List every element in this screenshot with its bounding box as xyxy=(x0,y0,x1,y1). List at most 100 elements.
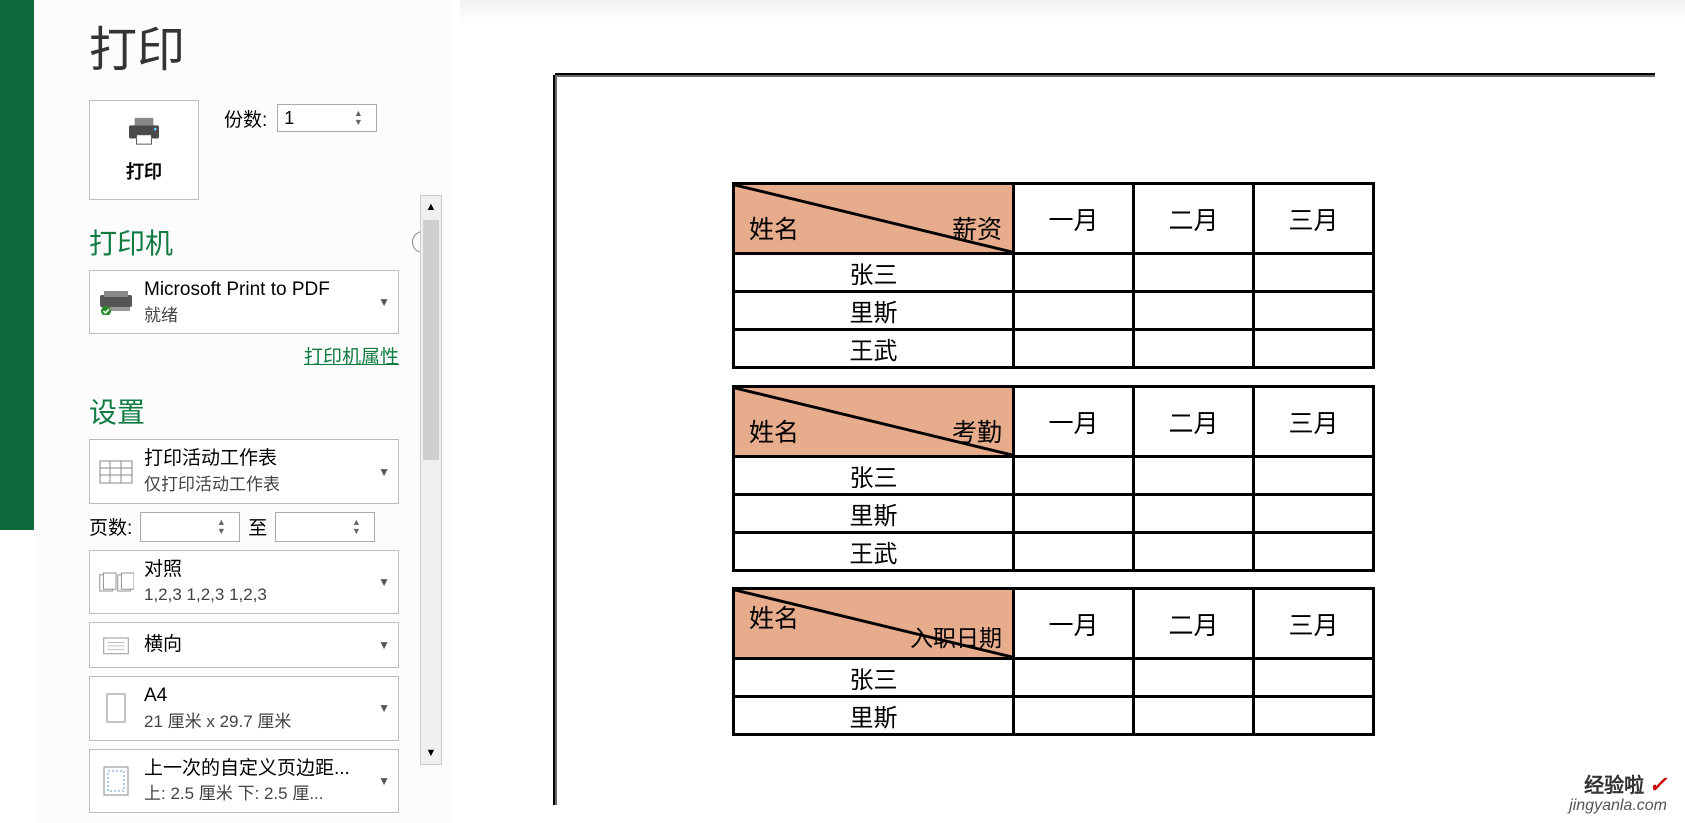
printer-properties-link[interactable]: 打印机属性 xyxy=(304,347,399,368)
spinner-down-icon[interactable]: ▼ xyxy=(211,527,231,536)
name-cell: 里斯 xyxy=(734,697,1014,735)
margins-title: 上一次的自定义页边距... xyxy=(144,756,368,783)
page-to-spinner[interactable]: ▲▼ xyxy=(275,512,375,542)
page-to-input[interactable] xyxy=(276,516,346,538)
data-cell xyxy=(1254,254,1374,292)
print-scope-select[interactable]: 打印活动工作表 仅打印活动工作表 ▼ xyxy=(89,439,399,503)
watermark-title: 经验啦 xyxy=(1584,775,1644,797)
data-cell xyxy=(1134,254,1254,292)
data-cell xyxy=(1254,292,1374,330)
preview-table: 姓名 薪资 一月 二月 三月 张三 里斯 王武 xyxy=(732,182,1375,369)
watermark-check-icon: ✓ xyxy=(1649,772,1667,797)
scope-sub: 仅打印活动工作表 xyxy=(144,473,368,497)
header-name: 姓名 xyxy=(749,599,799,635)
spinner-down-icon[interactable]: ▼ xyxy=(346,527,366,536)
orientation-icon xyxy=(98,629,134,661)
orientation-select[interactable]: 横向 ▼ xyxy=(89,622,399,668)
month-header: 一月 xyxy=(1014,184,1134,254)
page-from-input[interactable] xyxy=(141,516,211,538)
data-cell xyxy=(1134,330,1254,368)
chevron-down-icon: ▼ xyxy=(378,575,390,589)
collate-title: 对照 xyxy=(144,557,368,584)
pages-to-label: 至 xyxy=(248,513,267,540)
paper-size-title: A4 xyxy=(144,683,368,710)
data-cell xyxy=(1134,292,1254,330)
diagonal-header-cell: 姓名 考勤 xyxy=(734,387,1014,457)
data-cell xyxy=(1134,495,1254,533)
printer-icon xyxy=(125,116,163,152)
page-icon xyxy=(98,692,134,724)
month-header: 三月 xyxy=(1254,589,1374,659)
chevron-down-icon: ▼ xyxy=(378,295,390,309)
collate-icon xyxy=(98,570,134,594)
month-header: 一月 xyxy=(1014,589,1134,659)
scroll-up-icon[interactable]: ▲ xyxy=(421,196,441,218)
collate-select[interactable]: 对照 1,2,3 1,2,3 1,2,3 ▼ xyxy=(89,550,399,614)
month-header: 二月 xyxy=(1134,184,1254,254)
header-right: 薪资 xyxy=(952,210,1002,246)
scroll-thumb[interactable] xyxy=(423,220,439,460)
chevron-down-icon: ▼ xyxy=(378,701,390,715)
paper-size-select[interactable]: A4 21 厘米 x 29.7 厘米 ▼ xyxy=(89,676,399,740)
data-cell xyxy=(1254,659,1374,697)
margins-icon xyxy=(98,765,134,797)
data-cell xyxy=(1134,697,1254,735)
chevron-down-icon: ▼ xyxy=(378,465,390,479)
name-cell: 王武 xyxy=(734,533,1014,571)
header-name: 姓名 xyxy=(749,413,799,449)
month-header: 二月 xyxy=(1134,589,1254,659)
month-header: 三月 xyxy=(1254,184,1374,254)
data-cell xyxy=(1014,330,1134,368)
settings-scrollbar[interactable]: ▲ ▼ xyxy=(420,195,442,765)
print-preview-page: 姓名 薪资 一月 二月 三月 张三 里斯 王武 姓名 考勤 一月 二月 三月 xyxy=(555,75,1655,805)
data-cell xyxy=(1254,457,1374,495)
printer-select[interactable]: Microsoft Print to PDF 就绪 ▼ xyxy=(89,270,399,334)
copies-spinner[interactable]: ▲ ▼ xyxy=(277,104,377,132)
data-cell xyxy=(1014,457,1134,495)
printer-device-icon xyxy=(98,289,134,315)
data-cell xyxy=(1014,659,1134,697)
print-button[interactable]: 打印 xyxy=(89,100,199,200)
data-cell xyxy=(1014,697,1134,735)
data-cell xyxy=(1014,254,1134,292)
printer-name: Microsoft Print to PDF xyxy=(144,277,368,304)
orientation-label: 横向 xyxy=(144,632,368,659)
header-right: 入职日期 xyxy=(910,619,1002,653)
name-cell: 张三 xyxy=(734,254,1014,292)
margins-select[interactable]: 上一次的自定义页边距... 上: 2.5 厘米 下: 2.5 厘... ▼ xyxy=(89,749,399,813)
data-cell xyxy=(1254,330,1374,368)
printer-status: 就绪 xyxy=(144,304,368,328)
header-right: 考勤 xyxy=(952,413,1002,449)
name-cell: 张三 xyxy=(734,457,1014,495)
data-cell xyxy=(1014,533,1134,571)
preview-top-shadow xyxy=(460,0,1685,24)
scope-title: 打印活动工作表 xyxy=(144,446,368,473)
copies-input[interactable] xyxy=(278,106,348,131)
data-cell xyxy=(1254,495,1374,533)
data-cell xyxy=(1014,495,1134,533)
watermark: 经验啦 ✓ jingyanla.com xyxy=(1569,773,1667,815)
print-button-label: 打印 xyxy=(126,158,162,184)
data-cell xyxy=(1134,533,1254,571)
name-cell: 张三 xyxy=(734,659,1014,697)
data-cell xyxy=(1014,292,1134,330)
worksheet-icon xyxy=(98,460,134,484)
spinner-down-icon[interactable]: ▼ xyxy=(348,118,368,127)
month-header: 三月 xyxy=(1254,387,1374,457)
print-settings-panel: 打印 打印 份数: ▲ ▼ 打印 xyxy=(34,0,454,823)
paper-dims: 21 厘米 x 29.7 厘米 xyxy=(144,710,368,734)
scroll-down-icon[interactable]: ▼ xyxy=(421,742,441,764)
chevron-down-icon: ▼ xyxy=(378,774,390,788)
name-cell: 王武 xyxy=(734,330,1014,368)
page-from-spinner[interactable]: ▲▼ xyxy=(140,512,240,542)
copies-label: 份数: xyxy=(224,105,267,132)
backstage-green-bar xyxy=(0,0,34,530)
settings-section-title: 设置 xyxy=(89,391,454,431)
margins-sub: 上: 2.5 厘米 下: 2.5 厘... xyxy=(144,782,368,806)
collate-sub: 1,2,3 1,2,3 1,2,3 xyxy=(144,583,368,607)
data-cell xyxy=(1134,659,1254,697)
pages-label: 页数: xyxy=(89,513,132,540)
printer-section-label: 打印机 xyxy=(89,222,173,262)
data-cell xyxy=(1254,533,1374,571)
name-cell: 里斯 xyxy=(734,495,1014,533)
